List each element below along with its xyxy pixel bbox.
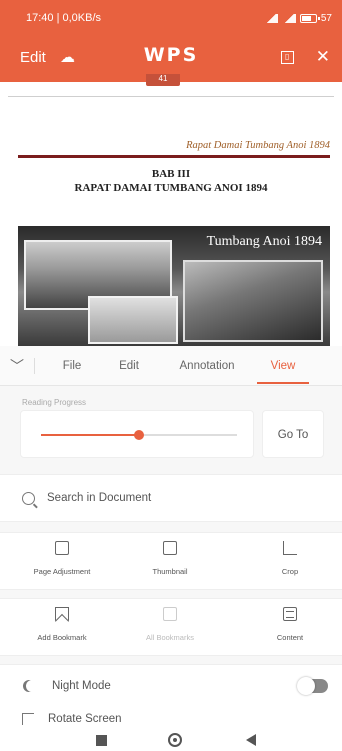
thumbnail-icon xyxy=(163,541,177,555)
status-icons: 57 xyxy=(263,12,332,24)
content-button[interactable]: Content xyxy=(240,607,340,645)
rotate-screen-row[interactable]: Rotate Screen xyxy=(0,706,342,732)
recent-apps-icon[interactable] xyxy=(96,735,107,746)
back-icon[interactable] xyxy=(246,734,256,746)
signal-icon-2 xyxy=(281,13,296,23)
status-time: 17:40 | 0,0KB/s xyxy=(26,12,102,24)
add-bookmark-icon xyxy=(55,607,69,621)
tab-edit[interactable]: Edit xyxy=(99,346,159,386)
chapter-rule xyxy=(18,155,330,158)
battery-icon xyxy=(299,13,320,23)
go-to-button[interactable]: Go To xyxy=(262,410,324,458)
page-adjustment-label: Page Adjustment xyxy=(33,567,91,576)
add-bookmark-label: Add Bookmark xyxy=(37,633,87,642)
rotate-screen-icon xyxy=(22,713,34,725)
android-nav-bar xyxy=(0,732,342,751)
page-adjustment-icon xyxy=(55,541,69,555)
progress-fill xyxy=(41,434,139,436)
progress-track[interactable] xyxy=(41,430,237,440)
night-mode-label: Night Mode xyxy=(52,679,111,692)
photo-gathering xyxy=(88,296,178,344)
page-divider xyxy=(8,96,334,97)
thumbnail-button[interactable]: Thumbnail xyxy=(120,541,220,579)
view-panel: ﹀ File Edit Annotation View Reading Prog… xyxy=(0,346,342,751)
photo-house xyxy=(183,260,323,342)
rotate-screen-label: Rotate Screen xyxy=(48,713,122,725)
running-head: Rapat Damai Tumbang Anoi 1894 xyxy=(186,140,330,151)
crop-icon xyxy=(283,541,297,555)
content-label: Content xyxy=(276,633,304,642)
night-mode-toggle[interactable] xyxy=(297,677,328,695)
home-icon[interactable] xyxy=(168,733,182,747)
add-bookmark-button[interactable]: Add Bookmark xyxy=(12,607,112,645)
top-bar: 17:40 | 0,0KB/s 57 Edit ☁ WPS ▯ ✕ xyxy=(0,0,342,82)
search-in-document[interactable]: Search in Document xyxy=(0,474,342,522)
thumbnail-label: Thumbnail xyxy=(152,567,188,576)
moon-icon xyxy=(26,680,38,692)
battery-percent: 57 xyxy=(320,12,332,24)
tab-file[interactable]: File xyxy=(45,346,99,386)
all-bookmarks-icon xyxy=(163,607,177,621)
all-bookmarks-button: All Bookmarks xyxy=(120,607,220,645)
reading-progress-label: Reading Progress xyxy=(22,398,87,407)
progress-slider-handle[interactable] xyxy=(134,430,144,440)
tab-annotation[interactable]: Annotation xyxy=(159,346,255,386)
wps-logo: WPS xyxy=(143,44,199,66)
signal-icon xyxy=(263,13,278,23)
collapse-chevron-icon[interactable]: ﹀ xyxy=(0,356,34,376)
search-icon xyxy=(22,491,35,505)
app-bar: Edit ☁ WPS ▯ ✕ xyxy=(0,40,342,74)
all-bookmarks-label: All Bookmarks xyxy=(146,633,194,642)
chapter-number: BAB III xyxy=(151,168,191,180)
menu-tabs: ﹀ File Edit Annotation View xyxy=(0,346,342,386)
tools-row-2: Add Bookmark All Bookmarks Content xyxy=(0,598,342,656)
page-number-badge: 41 xyxy=(146,74,180,86)
search-label: Search in Document xyxy=(47,492,152,504)
page-adjustment-button[interactable]: Page Adjustment xyxy=(12,541,112,579)
document-page[interactable]: Rapat Damai Tumbang Anoi 1894 BAB III RA… xyxy=(0,86,342,346)
photo-caption: Tumbang Anoi 1894 xyxy=(206,234,322,249)
historical-photo: Tumbang Anoi 1894 xyxy=(18,226,330,346)
tab-divider xyxy=(34,357,35,374)
crop-button[interactable]: Crop xyxy=(240,541,340,579)
content-icon xyxy=(283,607,297,621)
night-mode-row[interactable]: Night Mode xyxy=(0,664,342,706)
tab-view[interactable]: View xyxy=(255,346,311,386)
chapter-title: RAPAT DAMAI TUMBANG ANOI 1894 xyxy=(74,182,268,194)
reading-progress-card xyxy=(20,410,254,458)
status-bar: 17:40 | 0,0KB/s 57 xyxy=(0,0,342,36)
crop-label: Crop xyxy=(281,567,299,576)
tools-row-1: Page Adjustment Thumbnail Crop xyxy=(0,532,342,590)
